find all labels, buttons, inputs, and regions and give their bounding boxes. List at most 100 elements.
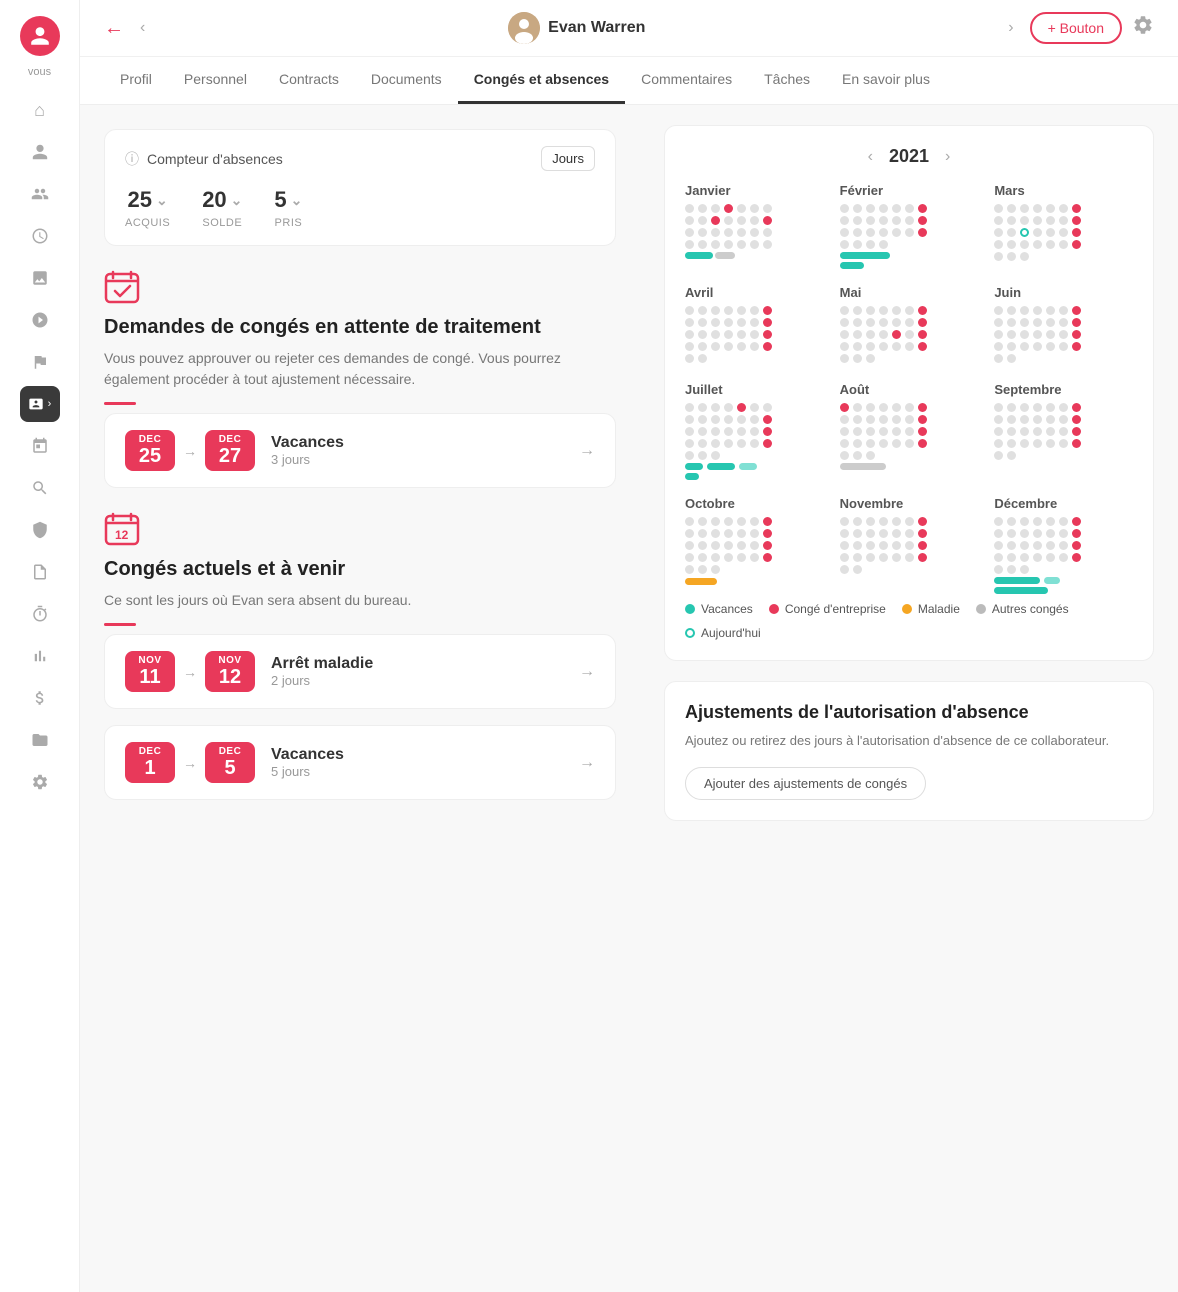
pending-section: Demandes de congés en attente de traitem… <box>104 270 616 488</box>
sidebar-item-folder[interactable] <box>20 722 60 758</box>
legend-conge-entreprise-label: Congé d'entreprise <box>785 602 886 616</box>
tab-en-savoir-plus[interactable]: En savoir plus <box>826 57 946 104</box>
legend-aujourdhui: Aujourd'hui <box>685 626 761 640</box>
counter-title-text: Compteur d'absences <box>147 151 283 167</box>
sidebar-item-doc[interactable] <box>20 554 60 590</box>
upcoming-leave-info-2: Vacances 5 jours <box>271 746 563 779</box>
pris-item: 5 ⌄ PRIS <box>274 187 302 229</box>
upcoming-leave-type-2: Vacances <box>271 746 563 764</box>
sidebar-item-settings[interactable] <box>20 764 60 800</box>
month-fevrier: Février <box>840 183 979 269</box>
svg-text:12: 12 <box>115 528 129 542</box>
pris-label: PRIS <box>275 217 303 229</box>
header: ← ‹ Evan Warren › + Bouton Profil Person… <box>80 0 1178 105</box>
legend-vacances: Vacances <box>685 602 753 616</box>
calendar-header: ‹ 2021 › <box>685 146 1133 167</box>
jours-badge[interactable]: Jours <box>541 146 595 171</box>
sidebar-item-search[interactable] <box>20 470 60 506</box>
month-juin: Juin <box>994 285 1133 366</box>
pending-divider <box>104 402 136 405</box>
month-juillet: Juillet <box>685 382 824 480</box>
pending-leave-duration: 3 jours <box>271 452 563 467</box>
acquis-item: 25 ⌄ ACQUIS <box>125 187 170 229</box>
sidebar-item-person[interactable] <box>20 134 60 170</box>
solde-number: 20 ⌄ <box>202 187 242 213</box>
settings-gear-icon[interactable] <box>1132 14 1154 42</box>
legend-conge-entreprise: Congé d'entreprise <box>769 602 886 616</box>
month-decembre: Décembre <box>994 496 1133 594</box>
adjustment-title: Ajustements de l'autorisation d'absence <box>685 702 1133 723</box>
legend-pink-dot <box>769 604 779 614</box>
pending-date-range: DEC 25 → DEC 27 <box>125 430 255 471</box>
pending-section-icon <box>104 270 140 306</box>
upcoming-leave-duration-1: 2 jours <box>271 673 563 688</box>
left-panel: ⓘ Compteur d'absences Jours 25 ⌄ ACQUIS <box>80 105 640 1292</box>
upcoming-date-range-2: DEC 1 → DEC 5 <box>125 742 255 783</box>
sidebar-item-group[interactable] <box>20 176 60 212</box>
sidebar-item-target[interactable] <box>20 302 60 338</box>
cal-next-button[interactable]: › <box>945 148 950 166</box>
sidebar-item-flag[interactable] <box>20 344 60 380</box>
upcoming-leave-card-1[interactable]: NOV 11 → NOV 12 Arrêt maladie 2 jours → <box>104 634 616 709</box>
absence-counter: ⓘ Compteur d'absences Jours 25 ⌄ ACQUIS <box>104 129 616 246</box>
sidebar-item-id[interactable]: › <box>20 386 60 422</box>
nav-next-button[interactable]: › <box>1004 15 1017 41</box>
month-mai: Mai <box>840 285 979 366</box>
pending-leave-info: Vacances 3 jours <box>271 434 563 467</box>
sidebar-item-clock[interactable] <box>20 218 60 254</box>
back-button[interactable]: ← <box>104 17 124 40</box>
pris-chevron-icon[interactable]: ⌄ <box>291 192 303 209</box>
pending-go-icon[interactable]: → <box>579 442 595 460</box>
sidebar-item-chart[interactable] <box>20 638 60 674</box>
tab-conges[interactable]: Congés et absences <box>458 57 625 104</box>
acquis-chevron-icon[interactable]: ⌄ <box>156 192 168 209</box>
pending-leave-type: Vacances <box>271 434 563 452</box>
sidebar-item-home[interactable]: ⌂ <box>20 92 60 128</box>
solde-label: SOLDE <box>202 217 242 229</box>
cal-year: 2021 <box>889 146 929 167</box>
acquis-label: ACQUIS <box>125 217 170 229</box>
legend-aujourdhui-label: Aujourd'hui <box>701 626 761 640</box>
calendar-legend: Vacances Congé d'entreprise Maladie Autr… <box>685 602 1133 640</box>
month-janvier: Janvier <box>685 183 824 269</box>
upcoming-go-icon-1[interactable]: → <box>579 663 595 681</box>
content-area: ⓘ Compteur d'absences Jours 25 ⌄ ACQUIS <box>80 105 1178 1292</box>
bouton-button[interactable]: + Bouton <box>1030 12 1122 44</box>
adjustment-section: Ajustements de l'autorisation d'absence … <box>664 681 1154 821</box>
tab-commentaires[interactable]: Commentaires <box>625 57 748 104</box>
sidebar: vous ⌂ › <box>0 0 80 1292</box>
sidebar-item-dollar[interactable] <box>20 680 60 716</box>
sidebar-item-timer[interactable] <box>20 596 60 632</box>
solde-chevron-icon[interactable]: ⌄ <box>231 192 243 209</box>
pending-leave-card[interactable]: DEC 25 → DEC 27 Vacances 3 jours → <box>104 413 616 488</box>
upcoming-leave-card-2[interactable]: DEC 1 → DEC 5 Vacances 5 jours → <box>104 725 616 800</box>
pending-from-date: DEC 25 <box>125 430 175 471</box>
month-novembre: Novembre <box>840 496 979 594</box>
sidebar-user-label: vous <box>28 66 51 78</box>
user-avatar-icon[interactable] <box>20 16 60 56</box>
sidebar-item-award[interactable] <box>20 512 60 548</box>
sidebar-item-photo[interactable] <box>20 260 60 296</box>
upcoming-go-icon-2[interactable]: → <box>579 754 595 772</box>
cal-prev-button[interactable]: ‹ <box>868 148 873 166</box>
legend-yellow-dot <box>902 604 912 614</box>
tab-documents[interactable]: Documents <box>355 57 458 104</box>
main-area: ← ‹ Evan Warren › + Bouton Profil Person… <box>80 0 1178 1292</box>
add-adjustment-button[interactable]: Ajouter des ajustements de congés <box>685 767 926 800</box>
tab-taches[interactable]: Tâches <box>748 57 826 104</box>
upcoming-divider <box>104 623 136 626</box>
tab-personnel[interactable]: Personnel <box>168 57 263 104</box>
tab-contracts[interactable]: Contracts <box>263 57 355 104</box>
solde-item: 20 ⌄ SOLDE <box>202 187 242 229</box>
date-arrow-icon: → <box>183 443 197 459</box>
pending-to-date: DEC 27 <box>205 430 255 471</box>
user-avatar <box>508 12 540 44</box>
upcoming-section: 12 Congés actuels et à venir Ce sont les… <box>104 512 616 800</box>
nav-prev-button[interactable]: ‹ <box>136 15 149 41</box>
tab-profil[interactable]: Profil <box>104 57 168 104</box>
sidebar-item-calendar[interactable] <box>20 428 60 464</box>
adjustment-desc: Ajoutez ou retirez des jours à l'autoris… <box>685 731 1133 751</box>
legend-vacances-label: Vacances <box>701 602 753 616</box>
legend-gray-dot <box>976 604 986 614</box>
month-aout: Août <box>840 382 979 480</box>
